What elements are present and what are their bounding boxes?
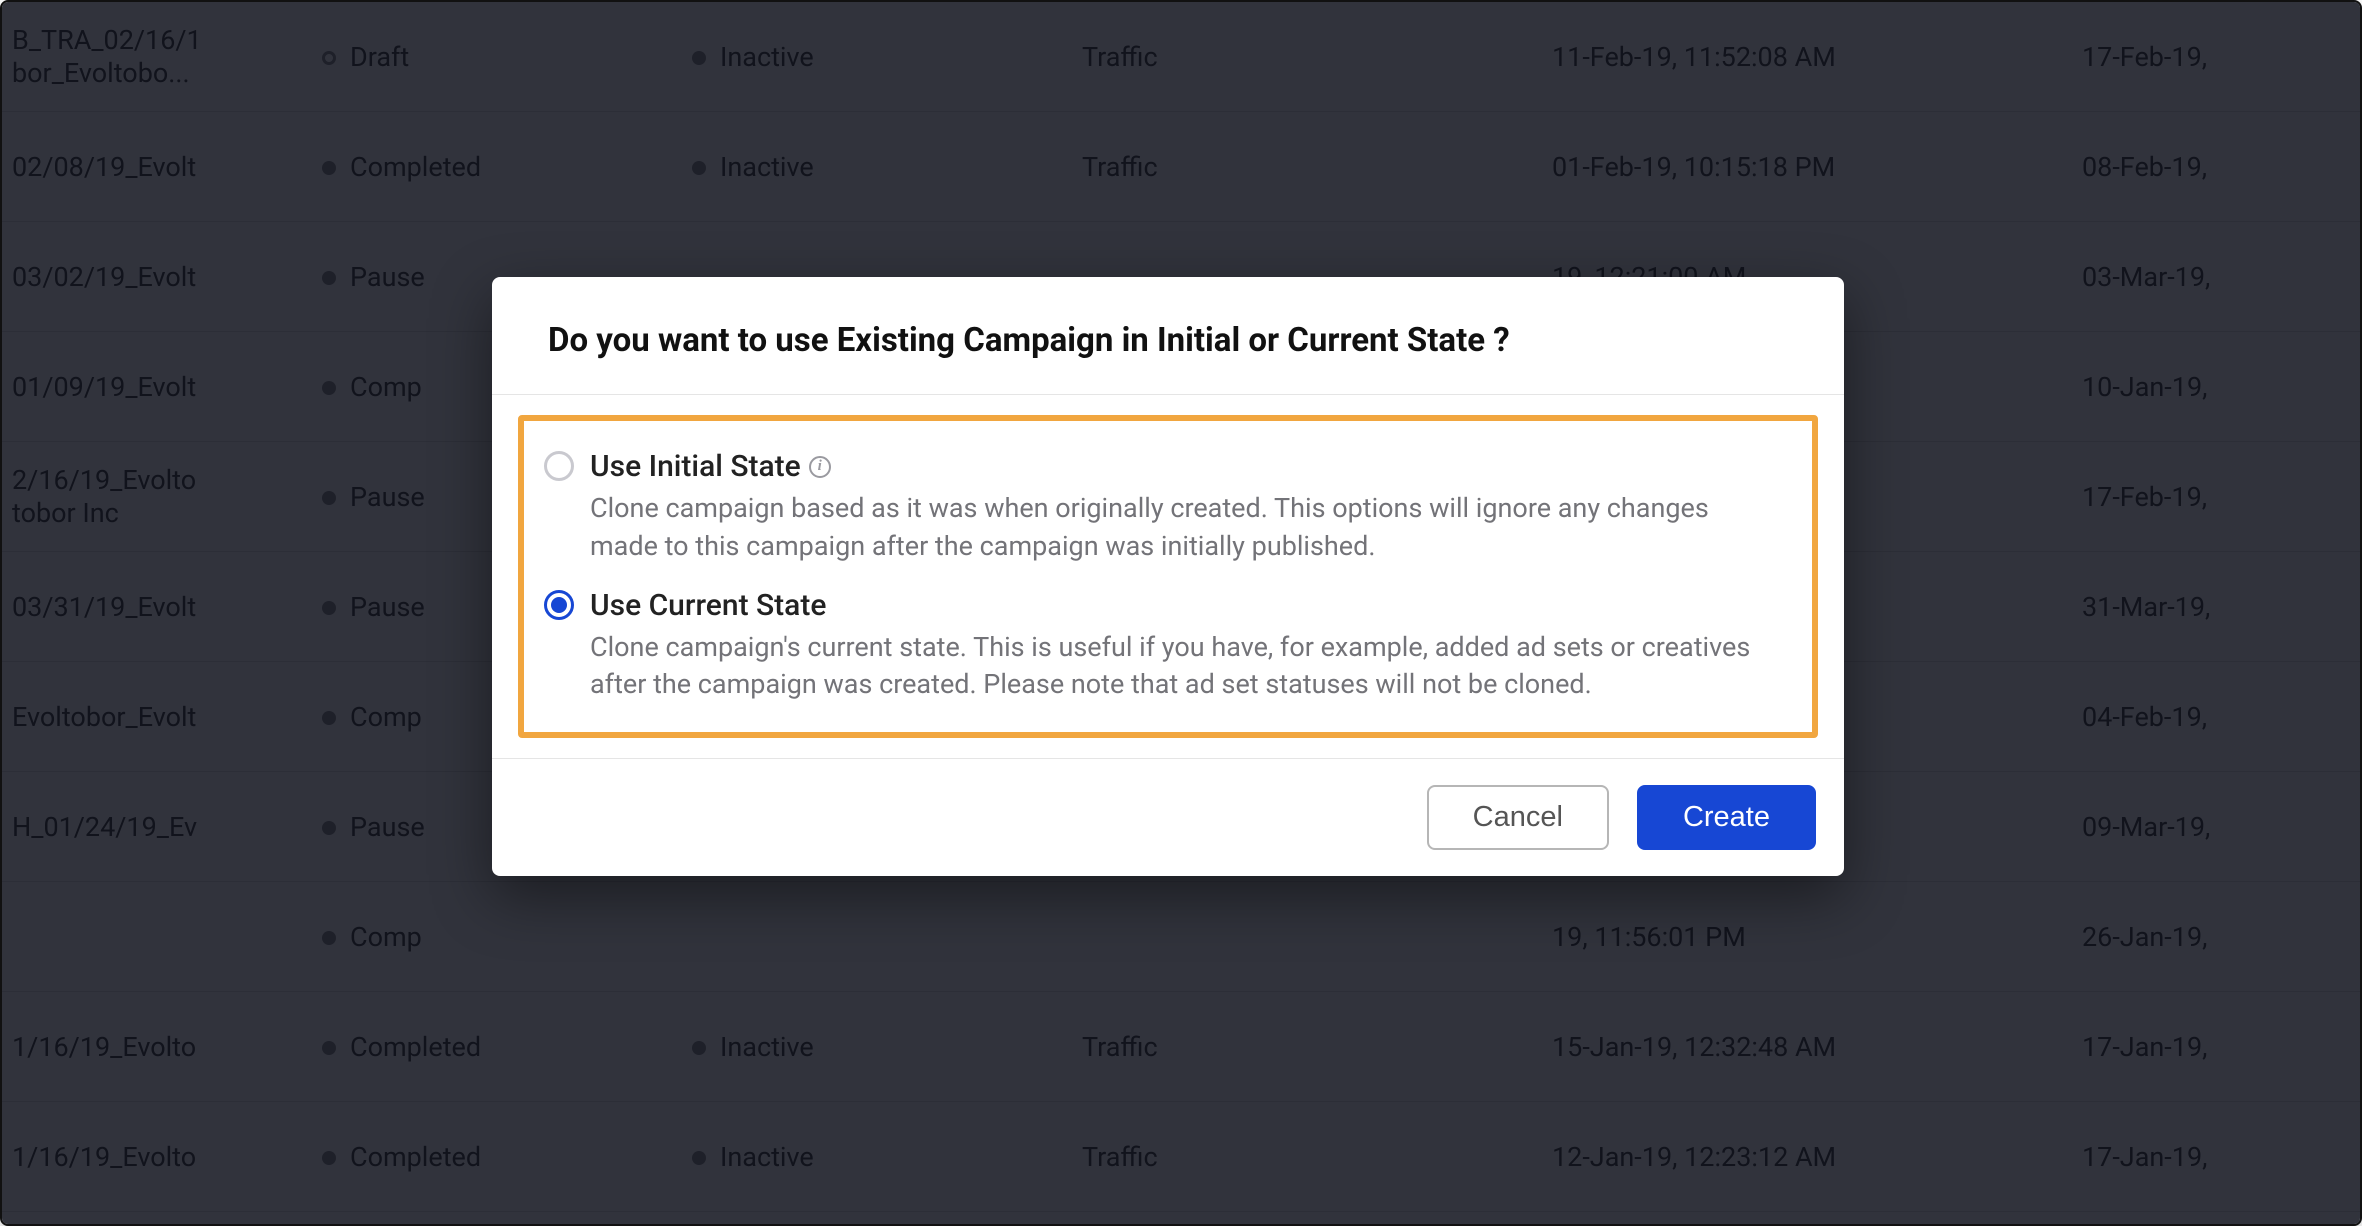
option-desc: Clone campaign's current state. This is … — [590, 629, 1782, 705]
radio-initial-state[interactable] — [544, 451, 574, 481]
create-button[interactable]: Create — [1637, 785, 1816, 850]
info-icon[interactable]: i — [809, 456, 831, 478]
radio-current-state[interactable] — [544, 590, 574, 620]
cancel-button[interactable]: Cancel — [1427, 785, 1609, 850]
option-label: Use Initial State i — [590, 449, 1782, 484]
option-desc: Clone campaign based as it was when orig… — [590, 490, 1782, 566]
modal-header: Do you want to use Existing Campaign in … — [492, 277, 1844, 395]
option-initial-state[interactable]: Use Initial State i Clone campaign based… — [544, 443, 1782, 572]
modal-body: Use Initial State i Clone campaign based… — [492, 395, 1844, 758]
option-current-state[interactable]: Use Current State Clone campaign's curre… — [544, 582, 1782, 711]
options-highlight: Use Initial State i Clone campaign based… — [518, 415, 1818, 738]
modal-footer: Cancel Create — [492, 758, 1844, 876]
clone-state-modal: Do you want to use Existing Campaign in … — [492, 277, 1844, 876]
option-label-text: Use Current State — [590, 588, 826, 623]
option-label: Use Current State — [590, 588, 1782, 623]
modal-title: Do you want to use Existing Campaign in … — [548, 321, 1788, 360]
option-label-text: Use Initial State — [590, 449, 801, 484]
